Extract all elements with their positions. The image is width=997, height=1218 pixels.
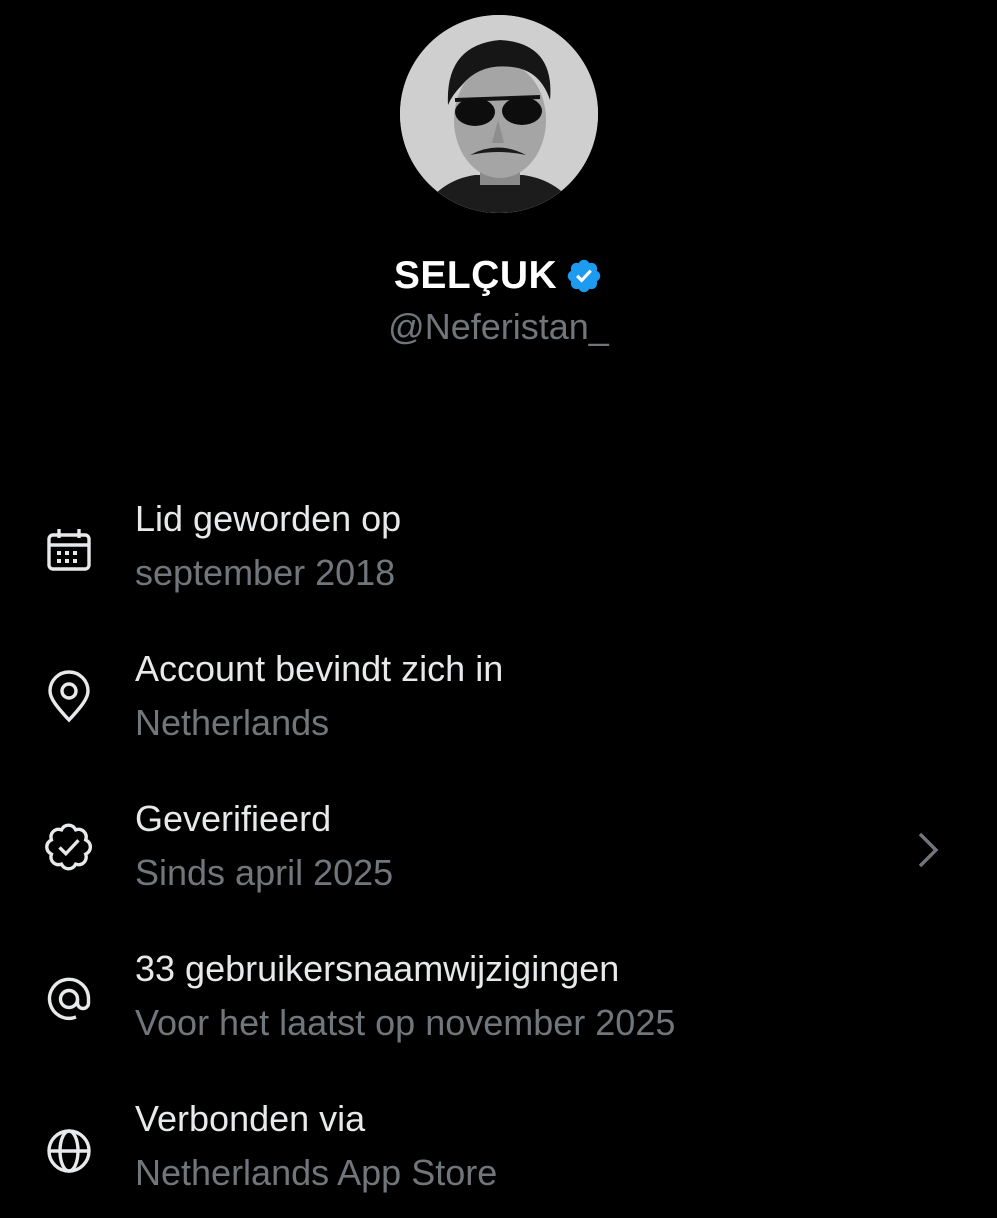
info-subtitle: Netherlands App Store bbox=[135, 1152, 498, 1193]
info-row-username-changes: 33 gebruikersnaamwijzigingen Voor het la… bbox=[0, 948, 997, 1068]
info-title: Geverifieerd bbox=[135, 798, 332, 839]
at-sign-icon bbox=[42, 972, 96, 1026]
info-title: Verbonden via bbox=[135, 1098, 366, 1139]
info-subtitle: Voor het laatst op november 2025 bbox=[135, 1002, 676, 1043]
info-row-connected-via: Verbonden via Netherlands App Store bbox=[0, 1098, 997, 1218]
info-subtitle: september 2018 bbox=[135, 552, 396, 593]
info-row-joined: Lid geworden op september 2018 bbox=[0, 498, 997, 618]
avatar[interactable] bbox=[400, 15, 598, 213]
info-title: Account bevindt zich in bbox=[135, 648, 504, 689]
chevron-right-icon[interactable] bbox=[910, 828, 946, 872]
profile-header: SELÇUK @Neferistan_ bbox=[0, 0, 997, 380]
info-subtitle: Sinds april 2025 bbox=[135, 852, 394, 893]
verified-outline-icon bbox=[42, 820, 96, 874]
location-pin-icon bbox=[42, 670, 96, 724]
info-row-location: Account bevindt zich in Netherlands bbox=[0, 648, 997, 768]
info-title: Lid geworden op bbox=[135, 498, 402, 539]
info-row-verified[interactable]: Geverifieerd Sinds april 2025 bbox=[0, 798, 997, 918]
globe-icon bbox=[42, 1124, 96, 1178]
name-row: SELÇUK bbox=[0, 250, 997, 302]
user-handle: @Neferistan_ bbox=[388, 306, 609, 347]
display-name: SELÇUK bbox=[393, 254, 558, 297]
info-subtitle: Netherlands bbox=[135, 702, 330, 743]
info-title: 33 gebruikersnaamwijzigingen bbox=[135, 948, 620, 989]
verified-badge-icon[interactable] bbox=[565, 257, 603, 295]
calendar-icon bbox=[42, 524, 96, 578]
avatar-portrait-image bbox=[400, 15, 598, 213]
